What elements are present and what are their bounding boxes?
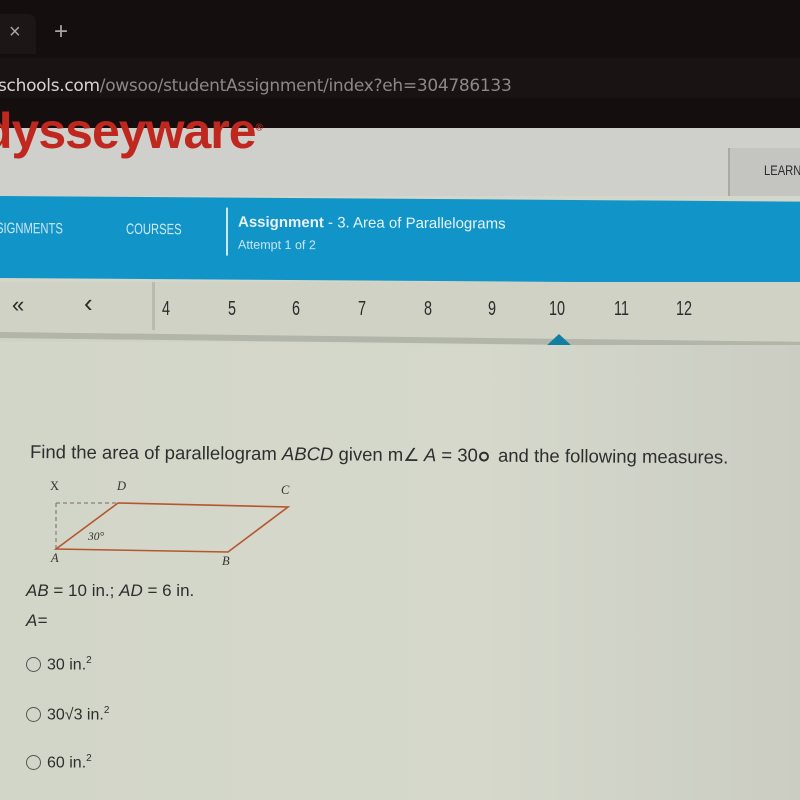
given-measures: AB = 10 in.; AD = 6 in. xyxy=(26,581,194,601)
angle-label: 30° xyxy=(88,531,105,543)
question-prompt: Find the area of parallelogram ABCD give… xyxy=(30,441,729,468)
radio-button[interactable] xyxy=(26,657,41,673)
previous-question-icon[interactable]: ‹ xyxy=(84,288,93,319)
label-c: C xyxy=(281,483,290,497)
parallelogram-shape xyxy=(53,502,291,553)
nav-assignments[interactable]: SIGNMENTS xyxy=(0,220,63,237)
prompt-text-mid: given m xyxy=(333,443,404,465)
measure-ad-value: = 6 in. xyxy=(142,581,195,600)
option-text: 60 in.2 xyxy=(47,753,92,772)
question-9[interactable]: 9 xyxy=(488,298,496,321)
prompt-vertex: A xyxy=(419,444,437,466)
site-header: dysseyware® LEARN xyxy=(0,103,800,196)
answer-option-3[interactable]: 60 in.2 xyxy=(26,753,92,772)
url-path: /owsoo/studentAssignment/index?eh=304786… xyxy=(99,76,512,96)
question-8[interactable]: 8 xyxy=(424,298,432,321)
radio-button[interactable] xyxy=(26,755,41,771)
prompt-angle-value: = 30 xyxy=(436,444,478,466)
prompt-shape: ABCD xyxy=(281,442,334,465)
measure-ab-value: = 10 in.; xyxy=(48,581,120,600)
question-panel: Find the area of parallelogram ABCD give… xyxy=(0,345,800,800)
radio-button[interactable] xyxy=(26,707,41,723)
nav-separator xyxy=(152,282,155,330)
label-x: X xyxy=(50,479,60,493)
answer-option-1[interactable]: 30 in.2 xyxy=(26,655,92,674)
browser-tab[interactable]: × xyxy=(0,14,36,54)
nav-courses[interactable]: COURSES xyxy=(126,221,182,238)
answer-option-2[interactable]: 30√3 in.2 xyxy=(26,705,109,724)
question-11[interactable]: 11 xyxy=(614,298,629,321)
learn-panel: LEARN xyxy=(728,148,800,196)
angle-icon: ∠ xyxy=(403,444,420,466)
question-5[interactable]: 5 xyxy=(228,298,236,321)
prompt-text: Find the area of parallelogram xyxy=(29,441,283,464)
attempt-counter: Attempt 1 of 2 xyxy=(238,237,316,253)
assignment-label: Assignment xyxy=(238,213,324,232)
question-6[interactable]: 6 xyxy=(292,298,300,321)
tab-strip: × + xyxy=(0,14,800,54)
question-10-active[interactable]: 10 xyxy=(549,298,565,321)
close-icon[interactable]: × xyxy=(9,22,21,42)
address-bar[interactable]: schools.com/owsoo/studentAssignment/inde… xyxy=(0,58,800,98)
label-d: D xyxy=(117,479,127,493)
area-label: A= xyxy=(26,611,48,630)
nav-divider xyxy=(226,207,228,256)
parallelogram-figure: X D C A B 30° xyxy=(40,475,300,568)
logo-text: dysseyware xyxy=(0,103,257,159)
odysseyware-logo[interactable]: dysseyware® xyxy=(0,102,263,160)
option-text: 30√3 in.2 xyxy=(47,705,110,724)
url-text[interactable]: schools.com/owsoo/studentAssignment/inde… xyxy=(0,76,512,96)
degree-icon xyxy=(478,451,489,462)
label-a: A xyxy=(51,551,59,565)
question-navigator: « ‹ 4 5 6 7 8 9 10 11 12 xyxy=(0,282,800,348)
option-text: 30 in.2 xyxy=(47,655,92,674)
registered-mark: ® xyxy=(255,122,263,134)
first-question-icon[interactable]: « xyxy=(12,292,24,318)
parallelogram-svg xyxy=(53,502,291,553)
main-nav: SIGNMENTS COURSES Assignment - 3. Area o… xyxy=(0,196,800,284)
measure-ad-label: AD xyxy=(119,581,143,600)
measure-ab-label: AB xyxy=(26,581,49,600)
question-7[interactable]: 7 xyxy=(358,298,366,321)
label-b: B xyxy=(222,554,230,568)
assignment-name: - 3. Area of Parallelograms xyxy=(323,214,506,233)
question-4[interactable]: 4 xyxy=(162,298,170,321)
assignment-title: Assignment - 3. Area of Parallelograms xyxy=(238,214,506,233)
url-host: schools.com xyxy=(0,76,100,96)
question-12[interactable]: 12 xyxy=(676,298,692,321)
learn-link[interactable]: LEARN xyxy=(764,162,800,178)
prompt-text-end: and the following measures. xyxy=(492,444,729,468)
plus-icon[interactable]: + xyxy=(54,20,68,44)
